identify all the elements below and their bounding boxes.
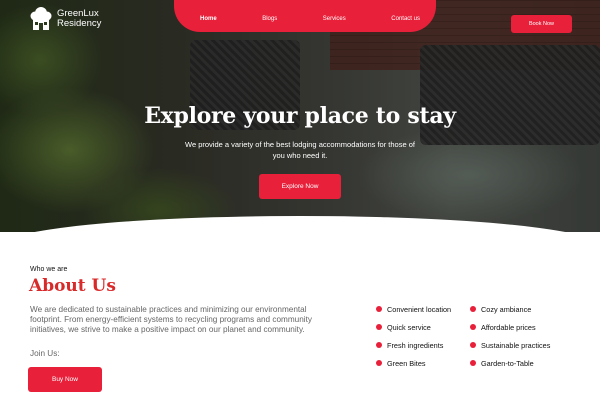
- feature-label: Cozy ambiance: [481, 304, 532, 314]
- bullet-icon: [376, 324, 382, 330]
- feature-item: Fresh ingredients: [376, 340, 470, 350]
- explore-now-button[interactable]: Explore Now: [259, 174, 341, 199]
- nav-link-contact[interactable]: Contact us: [391, 16, 420, 22]
- feature-label: Convenient location: [387, 304, 452, 314]
- nav-link-services[interactable]: Services: [323, 16, 346, 22]
- book-now-button[interactable]: Book Now: [511, 15, 572, 33]
- hero-title: Explore your place to stay: [144, 103, 456, 129]
- brand-name: GreenLux Residency: [57, 9, 101, 29]
- feature-label: Fresh ingredients: [387, 340, 444, 350]
- feature-item: Quick service: [376, 322, 470, 332]
- about-title: About Us: [29, 276, 116, 296]
- bullet-icon: [470, 306, 476, 312]
- house-logo-icon: [30, 7, 52, 30]
- feature-item: Affordable prices: [470, 322, 576, 332]
- feature-list: Convenient location Cozy ambiance Quick …: [376, 304, 576, 368]
- feature-label: Garden-to-Table: [481, 358, 534, 368]
- bullet-icon: [376, 306, 382, 312]
- nav-links: Home Blogs Services Contact us: [200, 16, 420, 22]
- bullet-icon: [376, 342, 382, 348]
- hero-description: We provide a variety of the best lodging…: [185, 140, 415, 160]
- feature-label: Affordable prices: [481, 322, 536, 332]
- about-description: We are dedicated to sustainable practice…: [30, 305, 312, 335]
- about-eyebrow: Who we are: [30, 266, 68, 273]
- buy-now-button[interactable]: Buy Now: [28, 367, 102, 392]
- bullet-icon: [470, 324, 476, 330]
- feature-label: Sustainable practices: [481, 340, 551, 350]
- join-us-label: Join Us:: [30, 349, 60, 358]
- bullet-icon: [376, 360, 382, 366]
- bullet-icon: [470, 360, 476, 366]
- feature-label: Green Bites: [387, 358, 426, 368]
- feature-item: Sustainable practices: [470, 340, 576, 350]
- feature-label: Quick service: [387, 322, 431, 332]
- nav-link-blogs[interactable]: Blogs: [262, 16, 277, 22]
- feature-item: Green Bites: [376, 358, 470, 368]
- brand-name-line2: Residency: [57, 18, 102, 29]
- brand-logo[interactable]: GreenLux Residency: [29, 6, 101, 32]
- bullet-icon: [470, 342, 476, 348]
- feature-item: Cozy ambiance: [470, 304, 576, 314]
- feature-item: Convenient location: [376, 304, 470, 314]
- nav-link-home[interactable]: Home: [200, 16, 217, 22]
- feature-item: Garden-to-Table: [470, 358, 576, 368]
